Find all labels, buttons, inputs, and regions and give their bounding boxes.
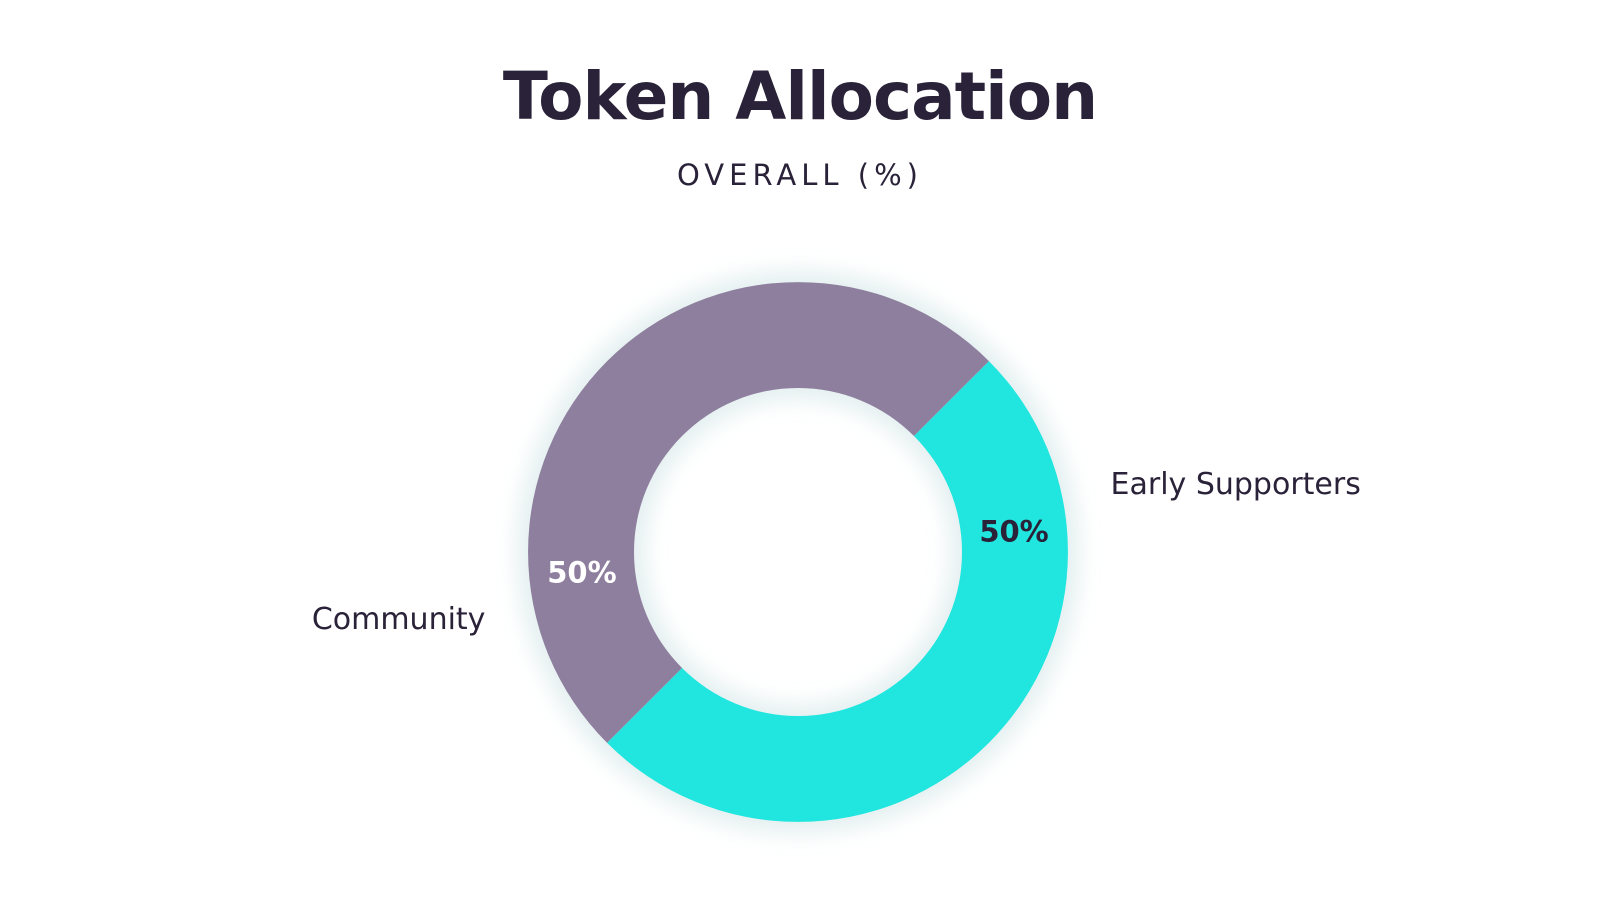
slice-value-label: 50% xyxy=(979,515,1048,549)
slice-value-label: 50% xyxy=(547,555,616,589)
donut-chart: 50% Early Supporters 50% Community xyxy=(312,270,1361,834)
slice-category-label: Early Supporters xyxy=(1111,467,1361,502)
slice-category-label: Community xyxy=(312,602,486,637)
